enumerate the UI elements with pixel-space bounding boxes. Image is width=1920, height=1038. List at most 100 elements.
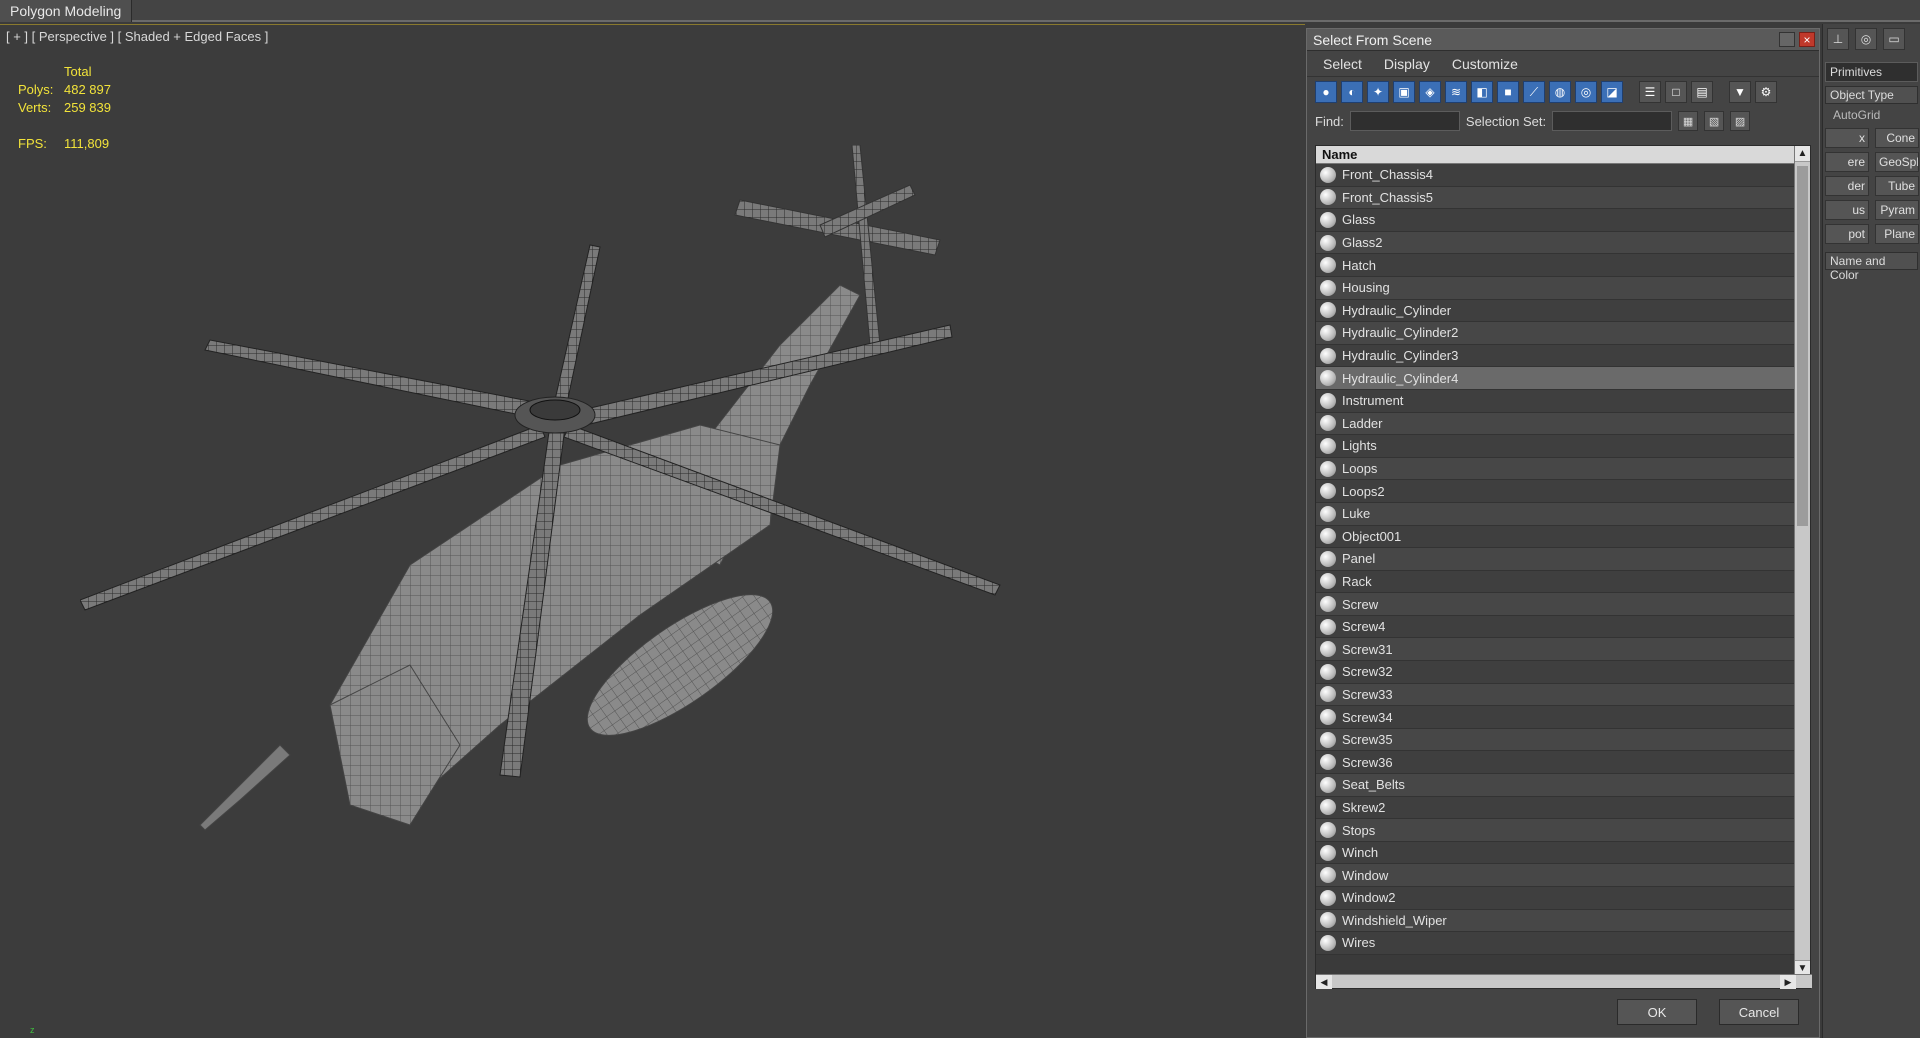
object-list[interactable]: Name Front_Chassis4 Front_Chassis5 Glass Gl… bbox=[1315, 145, 1812, 989]
plane-button[interactable]: Plane bbox=[1875, 224, 1919, 244]
rollout-name-and-color[interactable]: Name and Color bbox=[1825, 252, 1918, 282]
list-item[interactable]: Housing bbox=[1316, 276, 1796, 300]
dialog-titlebar[interactable]: Select From Scene × bbox=[1307, 29, 1819, 51]
display-lights-icon[interactable]: ✦ bbox=[1367, 81, 1389, 103]
filter-options-icon[interactable]: ⚙ bbox=[1755, 81, 1777, 103]
list-item[interactable]: Screw35 bbox=[1316, 728, 1796, 752]
display-xrefs-icon[interactable]: ■ bbox=[1497, 81, 1519, 103]
display-geometry-icon[interactable]: ● bbox=[1315, 81, 1337, 103]
display-spacewarps-icon[interactable]: ≋ bbox=[1445, 81, 1467, 103]
find-input[interactable] bbox=[1349, 111, 1460, 131]
motion-icon[interactable]: ◎ bbox=[1855, 28, 1877, 50]
list-item[interactable]: Screw bbox=[1316, 593, 1796, 616]
column-header-name[interactable]: Name bbox=[1316, 146, 1810, 164]
select-invert-icon[interactable]: ▤ bbox=[1691, 81, 1713, 103]
list-item[interactable]: Seat_Belts bbox=[1316, 774, 1796, 797]
cone-button[interactable]: Cone bbox=[1875, 128, 1919, 148]
scroll-left-icon[interactable]: ◀ bbox=[1316, 975, 1332, 989]
list-item[interactable]: Loops bbox=[1316, 457, 1796, 481]
geosphere-button[interactable]: GeoSph bbox=[1875, 152, 1919, 172]
cancel-button[interactable]: Cancel bbox=[1719, 999, 1799, 1025]
cylinder-button[interactable]: der bbox=[1825, 176, 1869, 196]
list-item[interactable]: Screw34 bbox=[1316, 706, 1796, 729]
display-cameras-icon[interactable]: ▣ bbox=[1393, 81, 1415, 103]
display-shapes-icon[interactable]: ◐ bbox=[1341, 81, 1363, 103]
list-item[interactable]: Glass bbox=[1316, 209, 1796, 232]
list-item[interactable]: Window2 bbox=[1316, 887, 1796, 910]
autogrid-checkbox[interactable]: AutoGrid bbox=[1823, 108, 1920, 124]
vertical-scrollbar[interactable]: ▲ ▼ bbox=[1794, 146, 1810, 976]
list-item[interactable]: Hydraulic_Cylinder4 bbox=[1316, 367, 1796, 390]
list-item[interactable]: Hydraulic_Cylinder3 bbox=[1316, 344, 1796, 368]
object-sphere-icon bbox=[1320, 934, 1336, 951]
menu-display[interactable]: Display bbox=[1384, 56, 1430, 72]
hierarchy-icon[interactable]: ⊥ bbox=[1827, 28, 1849, 50]
close-button[interactable]: × bbox=[1799, 32, 1815, 47]
list-item[interactable]: Glass2 bbox=[1316, 231, 1796, 255]
display-helpers-icon[interactable]: ◈ bbox=[1419, 81, 1441, 103]
menu-select[interactable]: Select bbox=[1323, 56, 1362, 72]
display-hidden-icon[interactable]: ◪ bbox=[1601, 81, 1623, 103]
sphere-button[interactable]: ere bbox=[1825, 152, 1869, 172]
list-item[interactable]: Front_Chassis4 bbox=[1316, 164, 1796, 187]
selection-set-edit-icon[interactable]: ▨ bbox=[1730, 111, 1751, 131]
box-button[interactable]: x bbox=[1825, 128, 1869, 148]
scroll-thumb[interactable] bbox=[1797, 166, 1808, 526]
scroll-up-icon[interactable]: ▲ bbox=[1795, 146, 1810, 162]
display-bones-icon[interactable]: ⟋ bbox=[1523, 81, 1545, 103]
torus-button[interactable]: us bbox=[1825, 200, 1869, 220]
list-item[interactable]: Lights bbox=[1316, 435, 1796, 458]
list-item[interactable]: Hatch bbox=[1316, 254, 1796, 277]
restore-button[interactable] bbox=[1779, 32, 1795, 47]
filter-icon[interactable]: ▼ bbox=[1729, 81, 1751, 103]
list-item[interactable]: Wires bbox=[1316, 932, 1796, 955]
object-sphere-icon bbox=[1320, 211, 1336, 228]
selection-set-dropdown[interactable] bbox=[1552, 111, 1673, 131]
horizontal-scrollbar[interactable]: ◀ ▶ bbox=[1316, 974, 1812, 989]
select-none-icon[interactable]: □ bbox=[1665, 81, 1687, 103]
scroll-right-icon[interactable]: ▶ bbox=[1780, 975, 1796, 989]
pyramid-button[interactable]: Pyram bbox=[1875, 200, 1919, 220]
list-item[interactable]: Windshield_Wiper bbox=[1316, 909, 1796, 933]
selection-set-add-icon[interactable]: ▦ bbox=[1678, 111, 1699, 131]
command-panel-tabs: ⊥ ◎ ▭ bbox=[1823, 24, 1920, 54]
tube-button[interactable]: Tube bbox=[1875, 176, 1919, 196]
list-item[interactable]: Loops2 bbox=[1316, 480, 1796, 503]
list-item[interactable]: Screw33 bbox=[1316, 683, 1796, 707]
list-item-label: Screw33 bbox=[1342, 686, 1393, 702]
viewport-label[interactable]: [ + ] [ Perspective ] [ Shaded + Edged F… bbox=[6, 29, 268, 44]
teapot-button[interactable]: pot bbox=[1825, 224, 1869, 244]
list-item[interactable]: Stops bbox=[1316, 819, 1796, 842]
list-item[interactable]: Hydraulic_Cylinder2 bbox=[1316, 322, 1796, 345]
list-item[interactable]: Screw4 bbox=[1316, 615, 1796, 639]
list-item[interactable]: Screw36 bbox=[1316, 751, 1796, 775]
primitives-dropdown[interactable]: Primitives bbox=[1825, 62, 1918, 82]
fps-label: FPS: bbox=[18, 136, 47, 151]
perspective-viewport[interactable]: [ + ] [ Perspective ] [ Shaded + Edged F… bbox=[0, 24, 1305, 1038]
list-item[interactable]: Hydraulic_Cylinder bbox=[1316, 299, 1796, 323]
list-item[interactable]: Instrument bbox=[1316, 389, 1796, 413]
list-item[interactable]: Window bbox=[1316, 864, 1796, 887]
select-all-icon[interactable]: ☰ bbox=[1639, 81, 1661, 103]
rollout-object-type[interactable]: Object Type bbox=[1825, 86, 1918, 104]
list-item[interactable]: Luke bbox=[1316, 502, 1796, 526]
display-groups-icon[interactable]: ◧ bbox=[1471, 81, 1493, 103]
display-icon[interactable]: ▭ bbox=[1883, 28, 1905, 50]
ribbon-tab-polygon-modeling[interactable]: Polygon Modeling bbox=[0, 0, 133, 22]
selection-set-remove-icon[interactable]: ▧ bbox=[1704, 111, 1725, 131]
list-item[interactable]: Ladder bbox=[1316, 412, 1796, 436]
list-item[interactable]: Winch bbox=[1316, 841, 1796, 865]
list-item[interactable]: Screw31 bbox=[1316, 638, 1796, 662]
list-item[interactable]: Rack bbox=[1316, 570, 1796, 594]
menu-customize[interactable]: Customize bbox=[1452, 56, 1518, 72]
list-item[interactable]: Screw32 bbox=[1316, 661, 1796, 684]
display-frozen-icon[interactable]: ◎ bbox=[1575, 81, 1597, 103]
list-item[interactable]: Object001 bbox=[1316, 525, 1796, 549]
object-sphere-icon bbox=[1320, 641, 1336, 658]
list-item[interactable]: Front_Chassis5 bbox=[1316, 186, 1796, 210]
stats-verts: Verts: 259 839 bbox=[18, 99, 111, 117]
display-containers-icon[interactable]: ◍ bbox=[1549, 81, 1571, 103]
list-item[interactable]: Skrew2 bbox=[1316, 796, 1796, 820]
ok-button[interactable]: OK bbox=[1617, 999, 1697, 1025]
list-item[interactable]: Panel bbox=[1316, 548, 1796, 571]
